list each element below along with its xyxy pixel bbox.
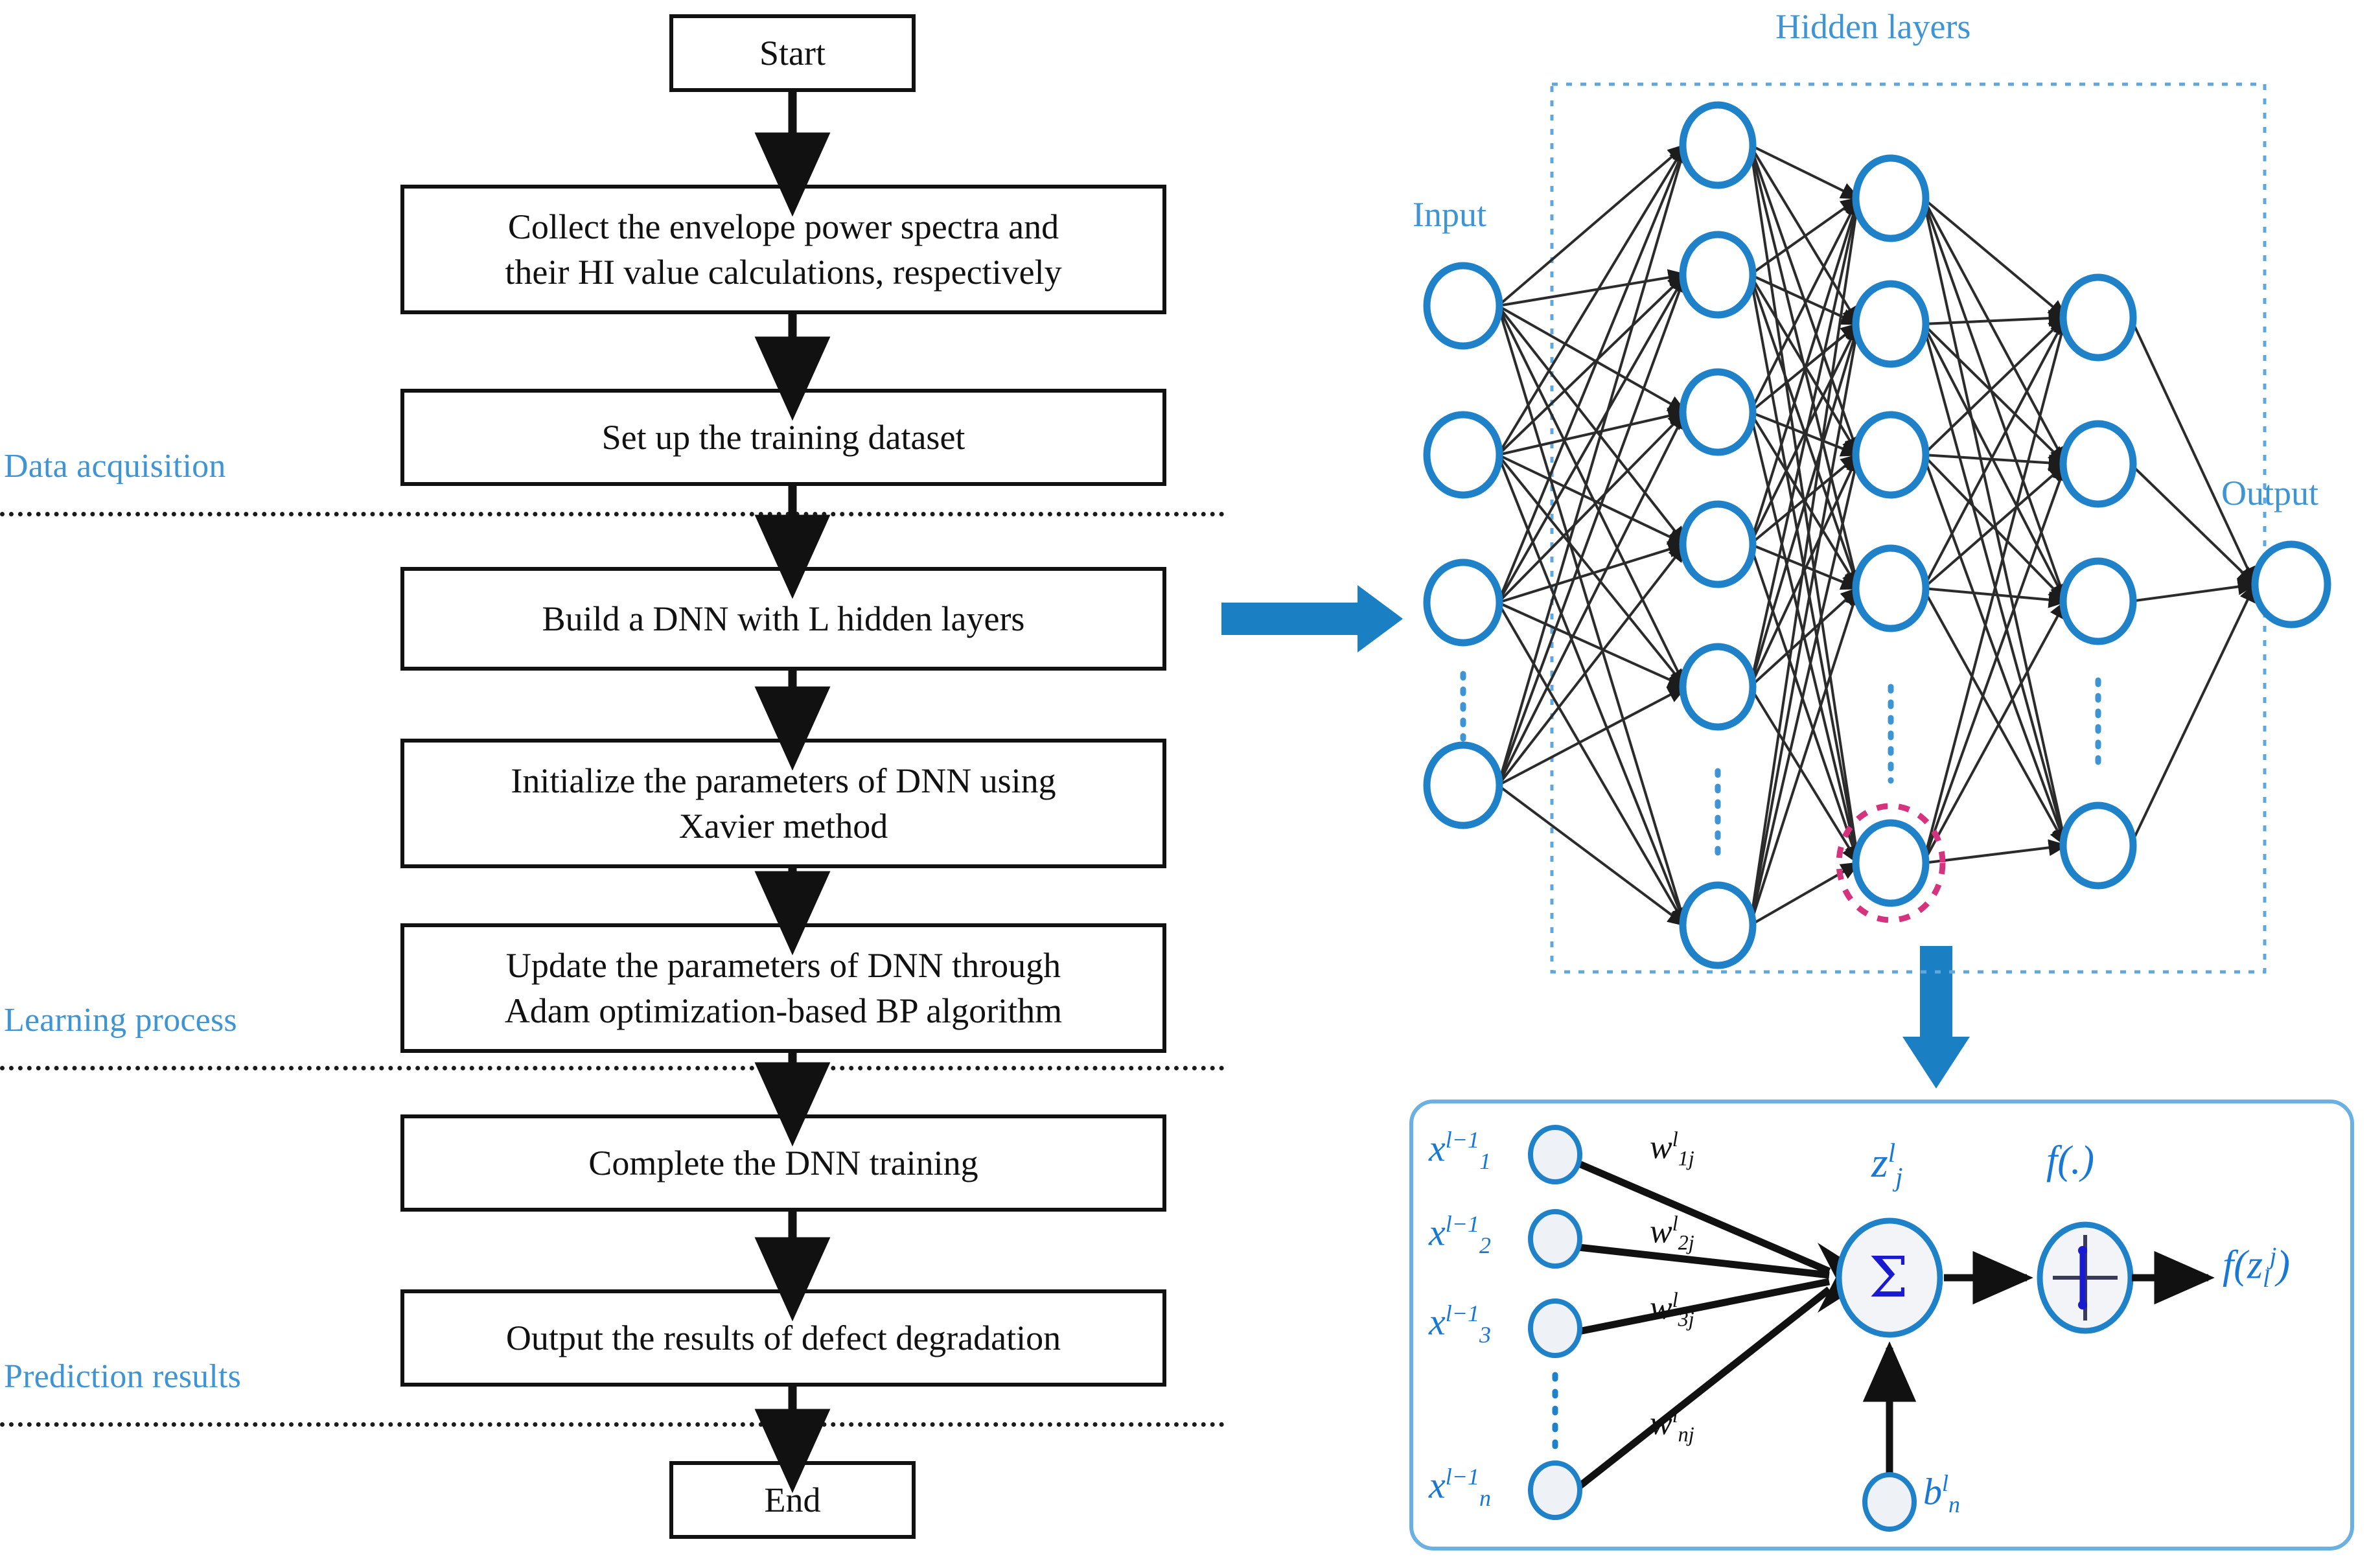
neuron-input-label-1: xl−11 bbox=[1429, 1127, 1491, 1174]
neuron-sum-label: zlj bbox=[1871, 1138, 1903, 1192]
neuron-input-node-1 bbox=[1528, 1125, 1582, 1184]
neuron-weight-label-3: wl3j bbox=[1650, 1288, 1694, 1331]
neuron-input-node-4 bbox=[1528, 1460, 1582, 1520]
neuron-weight-label-2: wl2j bbox=[1650, 1212, 1694, 1254]
sigma-icon: Σ bbox=[1869, 1245, 1908, 1310]
bias-label: bln bbox=[1923, 1470, 1960, 1517]
neuron-weight-label-1: wl1j bbox=[1650, 1127, 1694, 1170]
neuron-input-node-3 bbox=[1528, 1298, 1582, 1358]
neuron-weight-label-n: wlnj bbox=[1650, 1403, 1694, 1446]
neuron-panel-layer bbox=[1409, 1100, 2354, 1551]
bias-node bbox=[1862, 1472, 1917, 1532]
neuron-output-label: f(zlj) bbox=[2223, 1243, 2291, 1293]
neuron-input-label-2: xl−12 bbox=[1429, 1211, 1491, 1258]
neuron-input-label-3: xl−13 bbox=[1429, 1300, 1491, 1348]
activation-function-label: f(.) bbox=[2046, 1138, 2095, 1182]
neuron-input-node-2 bbox=[1528, 1209, 1582, 1269]
figure-root: Start Collect the envelope power spectra… bbox=[0, 0, 2369, 1568]
neuron-input-label-n: xl−1n bbox=[1429, 1464, 1491, 1511]
